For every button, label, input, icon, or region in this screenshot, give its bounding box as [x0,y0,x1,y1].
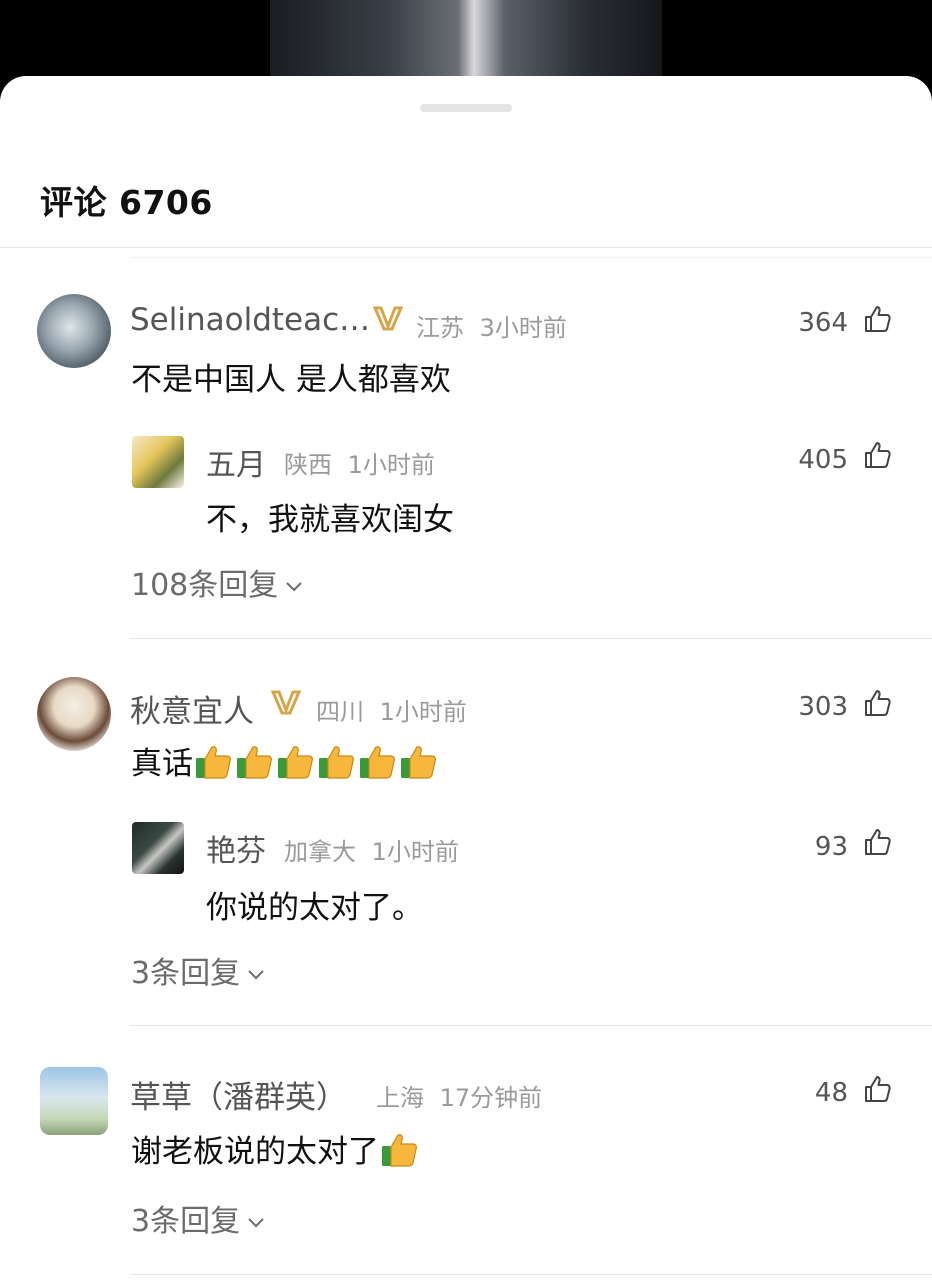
location: 上海 [376,1084,424,1112]
divider [130,1274,932,1275]
thumbs-up-emoji-icon [357,746,398,782]
view-more-replies[interactable]: 3条回复 [131,948,266,992]
chevron-down-icon [248,1217,264,1227]
comment-meta: 四川 1小时前 [316,692,467,727]
location: 江苏 [416,314,464,342]
avatar[interactable] [37,294,111,368]
more-replies-label: 108条回复 [131,568,279,603]
comment-meta: 上海 17分钟前 [376,1078,542,1113]
reply-meta: 加拿大 1小时前 [284,832,459,867]
divider [0,247,932,248]
comment-sheet: 评论 6706 Selinaoldteac… 江苏 3小时前 364 不是中国人… [0,76,932,1280]
location: 陕西 [284,451,332,479]
divider [130,1025,932,1026]
thumbs-up-emoji-icon [379,1134,420,1170]
thumbs-up-emoji-icon [398,746,439,782]
comment-text-value: 谢老板说的太对了 [131,1134,379,1170]
comment-text: 真话 [131,738,439,783]
commenter-name[interactable]: Selinaoldteac… [130,302,370,338]
like-count: 405 [798,445,848,475]
reply-text: 你说的太对了。 [206,890,423,926]
avatar[interactable] [40,1067,108,1135]
thumbs-up-emoji-icon [275,746,316,782]
thumbs-up-emoji-icon [316,746,357,782]
like-count: 93 [814,832,848,862]
reply-name[interactable]: 艳芬 [206,826,266,870]
thumbs-up-emoji-icon [234,746,275,782]
chevron-down-icon [286,581,302,591]
thumbs-up-icon[interactable] [862,827,892,857]
commenter-name[interactable]: 草草（潘群英） [130,1072,347,1117]
comment-meta: 江苏 3小时前 [416,308,567,343]
divider [130,257,932,258]
location: 四川 [316,698,364,726]
comment-text: 谢老板说的太对了 [131,1126,420,1171]
location: 加拿大 [284,838,356,866]
comment-text: 不是中国人 是人都喜欢 [131,362,451,398]
comment-text-value: 真话 [131,746,193,782]
commenter-name[interactable]: 秋意宜人 [130,686,254,731]
reply-avatar[interactable] [132,436,184,488]
timestamp: 17分钟前 [439,1084,543,1112]
vip-badge-icon [372,304,404,339]
chevron-down-icon [248,969,264,979]
view-more-replies[interactable]: 3条回复 [131,1196,266,1240]
view-more-replies[interactable]: 108条回复 [131,560,304,604]
thumbs-up-icon[interactable] [862,688,892,718]
timestamp: 3小时前 [479,314,567,342]
drag-handle[interactable] [420,104,512,112]
reply-avatar[interactable] [132,822,184,874]
like-count: 303 [798,692,848,722]
thumbs-up-icon[interactable] [862,1074,892,1104]
reply-meta: 陕西 1小时前 [284,445,435,480]
thumbs-up-emoji-icon [193,746,234,782]
like-count: 364 [798,308,848,338]
timestamp: 1小时前 [371,838,459,866]
reply-name[interactable]: 五月 [206,440,266,484]
reply-text: 不，我就喜欢闺女 [206,502,454,538]
thumbs-up-emojis [193,746,439,782]
comments-title: 评论 6706 [40,183,213,222]
more-replies-label: 3条回复 [131,956,241,991]
thumbs-up-emojis [379,1134,420,1170]
more-replies-label: 3条回复 [131,1204,241,1239]
timestamp: 1小时前 [347,451,435,479]
vip-badge-icon [270,688,302,723]
timestamp: 1小时前 [379,698,467,726]
thumbs-up-icon[interactable] [862,304,892,334]
divider [130,638,932,639]
avatar[interactable] [37,677,111,751]
thumbs-up-icon[interactable] [862,440,892,470]
like-count: 48 [814,1078,848,1108]
